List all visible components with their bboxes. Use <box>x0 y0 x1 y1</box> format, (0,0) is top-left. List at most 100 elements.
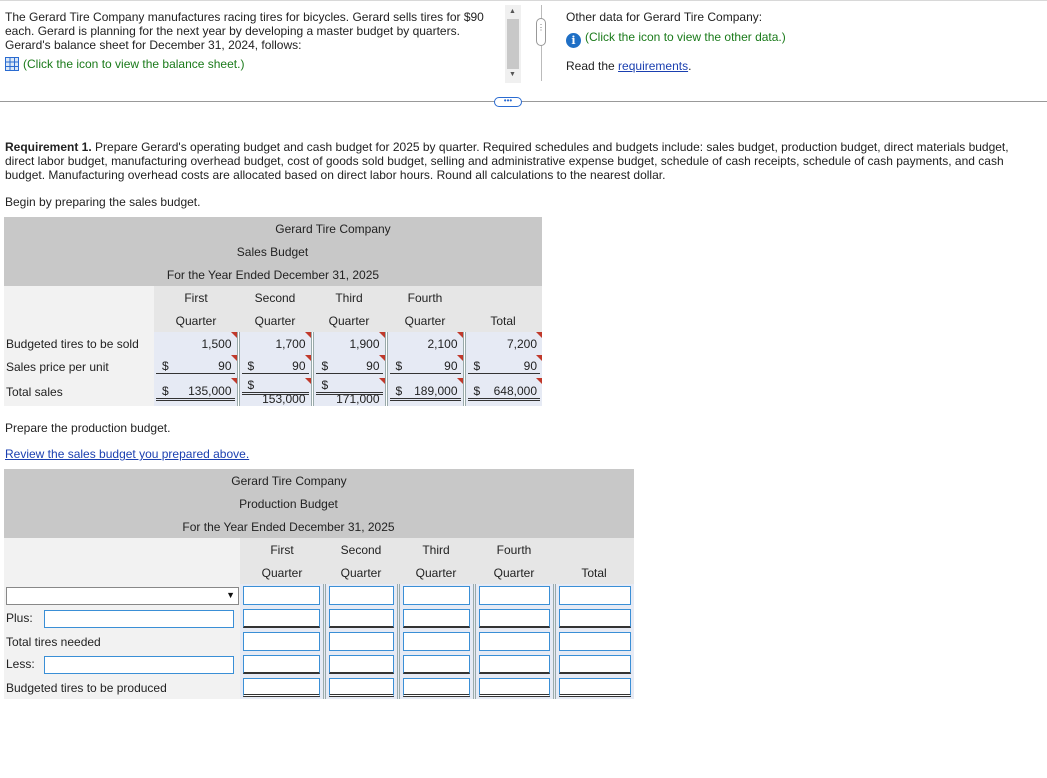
production-value-input[interactable] <box>558 632 631 651</box>
sales-value: 1,900 <box>349 336 380 351</box>
requirement-text: Requirement 1. Prepare Gerard's operatin… <box>5 140 1035 182</box>
production-value-cell <box>554 607 634 630</box>
scroll-down-icon[interactable]: ▼ <box>509 71 516 78</box>
sales-col-head: Quarter <box>154 309 238 332</box>
production-value-input[interactable] <box>243 678 320 697</box>
currency-symbol: $ <box>321 359 329 373</box>
production-row: Total tires needed <box>4 630 634 653</box>
currency-symbol: $ <box>162 359 169 373</box>
production-col-head: Quarter <box>474 561 554 584</box>
production-value-cell <box>474 676 556 699</box>
sales-value-cell[interactable]: $153,000 <box>238 378 314 406</box>
production-value-input[interactable] <box>328 586 394 605</box>
production-value-input[interactable] <box>558 655 631 674</box>
other-data-link[interactable]: i (Click the icon to view the other data.… <box>566 30 786 48</box>
production-value-input[interactable] <box>478 632 550 651</box>
sales-value-cell[interactable]: $135,000 <box>154 378 240 406</box>
production-row: Plus: <box>4 607 634 630</box>
sales-value-cell[interactable]: 1,500 <box>154 332 240 355</box>
dropdown-arrow-icon[interactable]: ▼ <box>226 590 235 600</box>
production-value-input[interactable] <box>558 678 631 697</box>
other-data-label: Other data for Gerard Tire Company: <box>566 10 763 24</box>
sales-row: Sales price per unit $90 $90 $90 $90 $90 <box>4 355 542 378</box>
sales-value: 7,200 <box>506 336 537 351</box>
production-value-cell <box>398 607 476 630</box>
intro-scrollbar[interactable]: ▲ ▼ <box>505 5 521 83</box>
sales-value-cell[interactable]: 2,100 <box>386 332 466 355</box>
sales-value: 1,700 <box>275 336 306 351</box>
sales-value: 648,000 <box>493 383 537 398</box>
production-value-input[interactable] <box>402 609 470 628</box>
sales-value-cell[interactable]: 7,200 <box>464 332 542 355</box>
production-col-head: Total <box>554 561 634 584</box>
production-header-top: First Second Third Fourth <box>4 538 634 561</box>
currency-symbol: $ <box>473 383 481 398</box>
production-value-input[interactable] <box>328 632 394 651</box>
horizontal-divider <box>0 101 1047 102</box>
top-border <box>0 0 1047 1</box>
production-row: Budgeted tires to be produced <box>4 676 634 699</box>
production-value-input[interactable] <box>558 609 631 628</box>
production-value-cell <box>240 653 326 676</box>
production-value-input[interactable] <box>558 586 631 605</box>
production-label-input[interactable] <box>44 655 234 674</box>
scroll-thumb[interactable] <box>507 19 519 69</box>
sales-value: 2,100 <box>427 336 458 351</box>
review-sales-link[interactable]: Review the sales budget you prepared abo… <box>5 447 249 461</box>
production-value-input[interactable] <box>243 609 320 628</box>
production-row-dropdown[interactable]: ▼ <box>6 586 239 605</box>
sales-value-cell[interactable]: $90 <box>464 355 542 378</box>
production-value-input[interactable] <box>478 609 550 628</box>
production-value-input[interactable] <box>478 655 550 674</box>
sales-row: Total sales $135,000 $153,000 $171,000 $189,… <box>4 378 542 406</box>
production-value-input[interactable] <box>402 586 470 605</box>
production-value-cell <box>554 653 634 676</box>
sales-row-label: Total sales <box>4 378 154 406</box>
production-value-cell <box>324 676 400 699</box>
production-value-cell <box>474 653 556 676</box>
production-value-input[interactable] <box>478 586 550 605</box>
requirements-link[interactable]: requirements <box>618 59 688 73</box>
production-col-head: Fourth <box>474 538 554 561</box>
sales-value-cell[interactable]: $90 <box>312 355 388 378</box>
production-value-input[interactable] <box>402 632 470 651</box>
production-col-head: First <box>240 538 324 561</box>
sales-row-label: Sales price per unit <box>4 355 154 378</box>
balance-sheet-link[interactable]: (Click the icon to view the balance shee… <box>5 57 244 71</box>
production-value-cell <box>324 653 400 676</box>
sales-value-cell[interactable]: 1,700 <box>238 332 314 355</box>
vertical-resize-handle[interactable]: ⋮ <box>536 18 546 46</box>
table-grid-icon[interactable] <box>5 57 19 71</box>
sales-value-cell[interactable]: $189,000 <box>386 378 466 406</box>
sales-value: 90 <box>444 359 458 373</box>
production-value-input[interactable] <box>478 678 550 697</box>
sales-value-cell[interactable]: $648,000 <box>464 378 542 406</box>
sales-value-cell[interactable]: $90 <box>386 355 466 378</box>
production-value-input[interactable] <box>402 655 470 674</box>
sales-col-head: Total <box>464 309 542 332</box>
sales-value-cell[interactable]: 1,900 <box>312 332 388 355</box>
production-value-input[interactable] <box>328 609 394 628</box>
production-label-input[interactable] <box>44 609 234 628</box>
production-value-input[interactable] <box>328 655 394 674</box>
production-row-label: Less: <box>6 656 35 671</box>
info-icon[interactable]: i <box>566 33 581 48</box>
production-value-input[interactable] <box>328 678 394 697</box>
scroll-up-icon[interactable]: ▲ <box>509 8 516 15</box>
other-data-link-text[interactable]: (Click the icon to view the other data.) <box>585 30 786 44</box>
production-value-cell <box>554 630 634 653</box>
production-value-input[interactable] <box>243 586 320 605</box>
production-value-input[interactable] <box>243 632 320 651</box>
production-value-input[interactable] <box>243 655 320 674</box>
currency-symbol: $ <box>321 378 329 392</box>
horizontal-resize-handle[interactable]: ••• <box>494 97 522 107</box>
currency-symbol: $ <box>162 383 169 398</box>
production-header-bottom: Quarter Quarter Quarter Quarter Total <box>4 561 634 584</box>
sales-value-cell[interactable]: $171,000 <box>312 378 388 406</box>
sales-value-cell[interactable]: $90 <box>154 355 240 378</box>
production-value-cell <box>398 630 476 653</box>
balance-sheet-link-text[interactable]: (Click the icon to view the balance shee… <box>23 57 244 71</box>
sales-value-cell[interactable]: $90 <box>238 355 314 378</box>
requirement-label: Requirement 1. <box>5 140 92 154</box>
production-value-input[interactable] <box>402 678 470 697</box>
